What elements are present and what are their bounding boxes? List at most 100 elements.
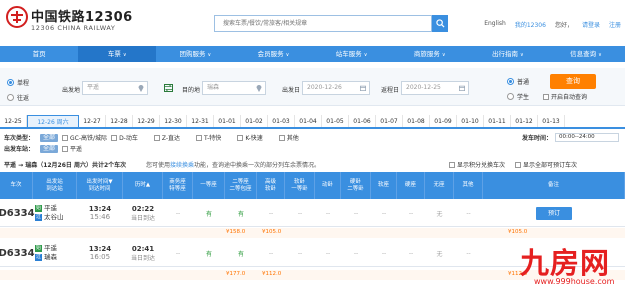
swap-stations-button[interactable]: [164, 84, 173, 92]
date-tab[interactable]: 01-12: [511, 115, 538, 127]
table-row: D6334 始平遥 过太谷山 13:24 15:46 02:22 当日到达 -- 有…: [0, 200, 625, 227]
station-checkbox[interactable]: 平遥: [62, 144, 82, 153]
date-tab[interactable]: 01-01: [214, 115, 241, 127]
date-tab[interactable]: 12-27: [79, 115, 106, 127]
all-types-button[interactable]: 全部: [40, 133, 59, 142]
transfer-link[interactable]: 接续换乘: [170, 162, 194, 169]
col-times[interactable]: 出发时间▼ 到达时间: [77, 172, 123, 199]
type-checkbox-gc[interactable]: GC-高铁/城际: [62, 133, 107, 142]
col-train-no[interactable]: 车次: [0, 172, 33, 199]
seat-cell: --: [466, 209, 471, 217]
date-tab[interactable]: 01-09: [430, 115, 457, 127]
col-hard-seat: 硬座: [397, 172, 425, 199]
my-12306-link[interactable]: 我的12306: [515, 20, 546, 29]
train-no-cell[interactable]: D6334: [0, 200, 35, 226]
from-label: 出发地: [62, 87, 81, 94]
col-business: 商务座 特等座: [163, 172, 193, 199]
oneway-radio[interactable]: 单程: [7, 78, 29, 87]
nav-item-station[interactable]: 站车服务 ∨: [313, 46, 391, 62]
calendar-icon: [360, 85, 366, 91]
normal-ticket-radio[interactable]: 普通: [507, 77, 529, 86]
date-tab[interactable]: 01-11: [484, 115, 511, 127]
depart-time-select[interactable]: 00:00--24:00: [555, 133, 620, 142]
seat-cell: 有: [205, 250, 212, 258]
date-tab[interactable]: 01-10: [457, 115, 484, 127]
all-stations-button[interactable]: 全部: [40, 144, 59, 153]
location-pin-icon: [138, 85, 144, 92]
trip-type-group: 单程 往返: [7, 78, 29, 102]
return-date-field[interactable]: 2020-12-25: [401, 81, 469, 95]
col-duration[interactable]: 历时▲: [123, 172, 163, 199]
date-tab[interactable]: 01-08: [403, 115, 430, 127]
date-tab[interactable]: 01-05: [322, 115, 349, 127]
student-ticket-radio[interactable]: 学生: [507, 92, 529, 101]
date-tab[interactable]: 12-28: [106, 115, 133, 127]
to-label: 目的地: [182, 87, 201, 94]
transfer-note: 您可使用接续换乘功能，查询途中换乘一次的部分列车余票情况。: [146, 162, 321, 169]
date-tab[interactable]: 12-31: [187, 115, 214, 127]
nav-item-member[interactable]: 会员服务 ∨: [234, 46, 312, 62]
calendar-icon: [459, 85, 465, 91]
date-tab[interactable]: 01-02: [241, 115, 268, 127]
type-checkbox-other[interactable]: 其他: [278, 133, 299, 142]
type-checkbox-k[interactable]: K-快速: [237, 133, 263, 142]
filter-panel: 车次类型： 全部 GC-高铁/城际 D-动车 Z-直达 T-特快 K-快速 其他…: [0, 130, 625, 154]
date-tab[interactable]: 01-04: [295, 115, 322, 127]
nav-item-guide[interactable]: 出行指南 ∨: [469, 46, 547, 62]
nav-item-tickets[interactable]: 车票 ∨: [78, 46, 157, 62]
top-links: English 我的12306 您好， 请登录 注册: [484, 20, 621, 29]
times-cell: 13:24 15:46: [88, 205, 112, 221]
station-label: 出发车站：: [4, 146, 35, 153]
type-checkbox-z[interactable]: Z-直达: [153, 133, 180, 142]
seat-cell: 有: [237, 210, 244, 218]
railway-logo-icon[interactable]: [6, 6, 28, 28]
type-checkbox-t[interactable]: T-特快: [196, 133, 221, 142]
date-tab[interactable]: 01-06: [349, 115, 376, 127]
watermark-url: www.999house.com: [534, 277, 615, 286]
price-first: ¥158.0: [226, 229, 246, 235]
price-second: ¥112.0: [262, 271, 282, 277]
date-tab[interactable]: 12-29: [133, 115, 160, 127]
type-checkbox-d[interactable]: D-动车: [111, 133, 138, 142]
nav-item-home[interactable]: 首页: [0, 46, 78, 62]
register-link[interactable]: 注册: [609, 20, 621, 29]
nav-item-group[interactable]: 团购服务 ∨: [156, 46, 234, 62]
bookable-train-checkbox[interactable]: 显示全部可预订车次: [515, 160, 577, 169]
seat-cell: --: [297, 249, 303, 257]
train-no-cell[interactable]: D6334: [0, 240, 35, 266]
price-first: ¥177.0: [226, 271, 246, 277]
date-tab[interactable]: 12-25: [0, 115, 27, 127]
seat-cell: --: [466, 249, 471, 257]
col-soft-seat: 软座: [371, 172, 397, 199]
date-tab[interactable]: 01-03: [268, 115, 295, 127]
from-field[interactable]: 平遥: [82, 81, 148, 95]
duration-cell: 02:22 当日到达: [130, 204, 155, 222]
date-tab-selected[interactable]: 12-26 周六: [27, 115, 79, 127]
seat-cell: --: [381, 249, 387, 257]
date-tab[interactable]: 01-07: [376, 115, 403, 127]
col-stations: 出发站 到达站: [33, 172, 77, 199]
nav-item-info[interactable]: 信息查询 ∨: [547, 46, 625, 62]
col-second: 二等座 二等包座: [225, 172, 257, 199]
date-tab[interactable]: 01-13: [538, 115, 565, 127]
roundtrip-radio[interactable]: 往返: [7, 93, 29, 102]
book-button[interactable]: 预订: [536, 206, 572, 220]
swap-icon: [165, 84, 172, 92]
depart-date-field[interactable]: 2020-12-26: [302, 81, 370, 95]
search-box[interactable]: [214, 15, 432, 32]
depart-time-label: 发车时间：: [522, 135, 553, 142]
english-link[interactable]: English: [484, 20, 506, 29]
date-tab[interactable]: 12-30: [160, 115, 187, 127]
search-button[interactable]: [432, 15, 448, 32]
to-field[interactable]: 瑞森: [202, 81, 266, 95]
query-button[interactable]: 查询: [550, 74, 596, 89]
station-filter: 出发车站： 全部 平遥: [4, 144, 82, 153]
points-train-checkbox[interactable]: 显示积分兑换车次: [449, 160, 505, 169]
auto-query-checkbox[interactable]: 开启自动查询: [543, 92, 587, 101]
login-link[interactable]: 请登录: [582, 20, 600, 29]
nav-item-business[interactable]: 商旅服务 ∨: [391, 46, 469, 62]
duration-cell: 02:41 当日到达: [130, 244, 155, 262]
seat-cell: --: [175, 209, 181, 217]
search-input[interactable]: [215, 16, 431, 31]
result-summary: 平遥 → 瑞森（12月26日 周六）共计2个车次 您可使用接续换乘功能，查询途中…: [0, 158, 625, 170]
